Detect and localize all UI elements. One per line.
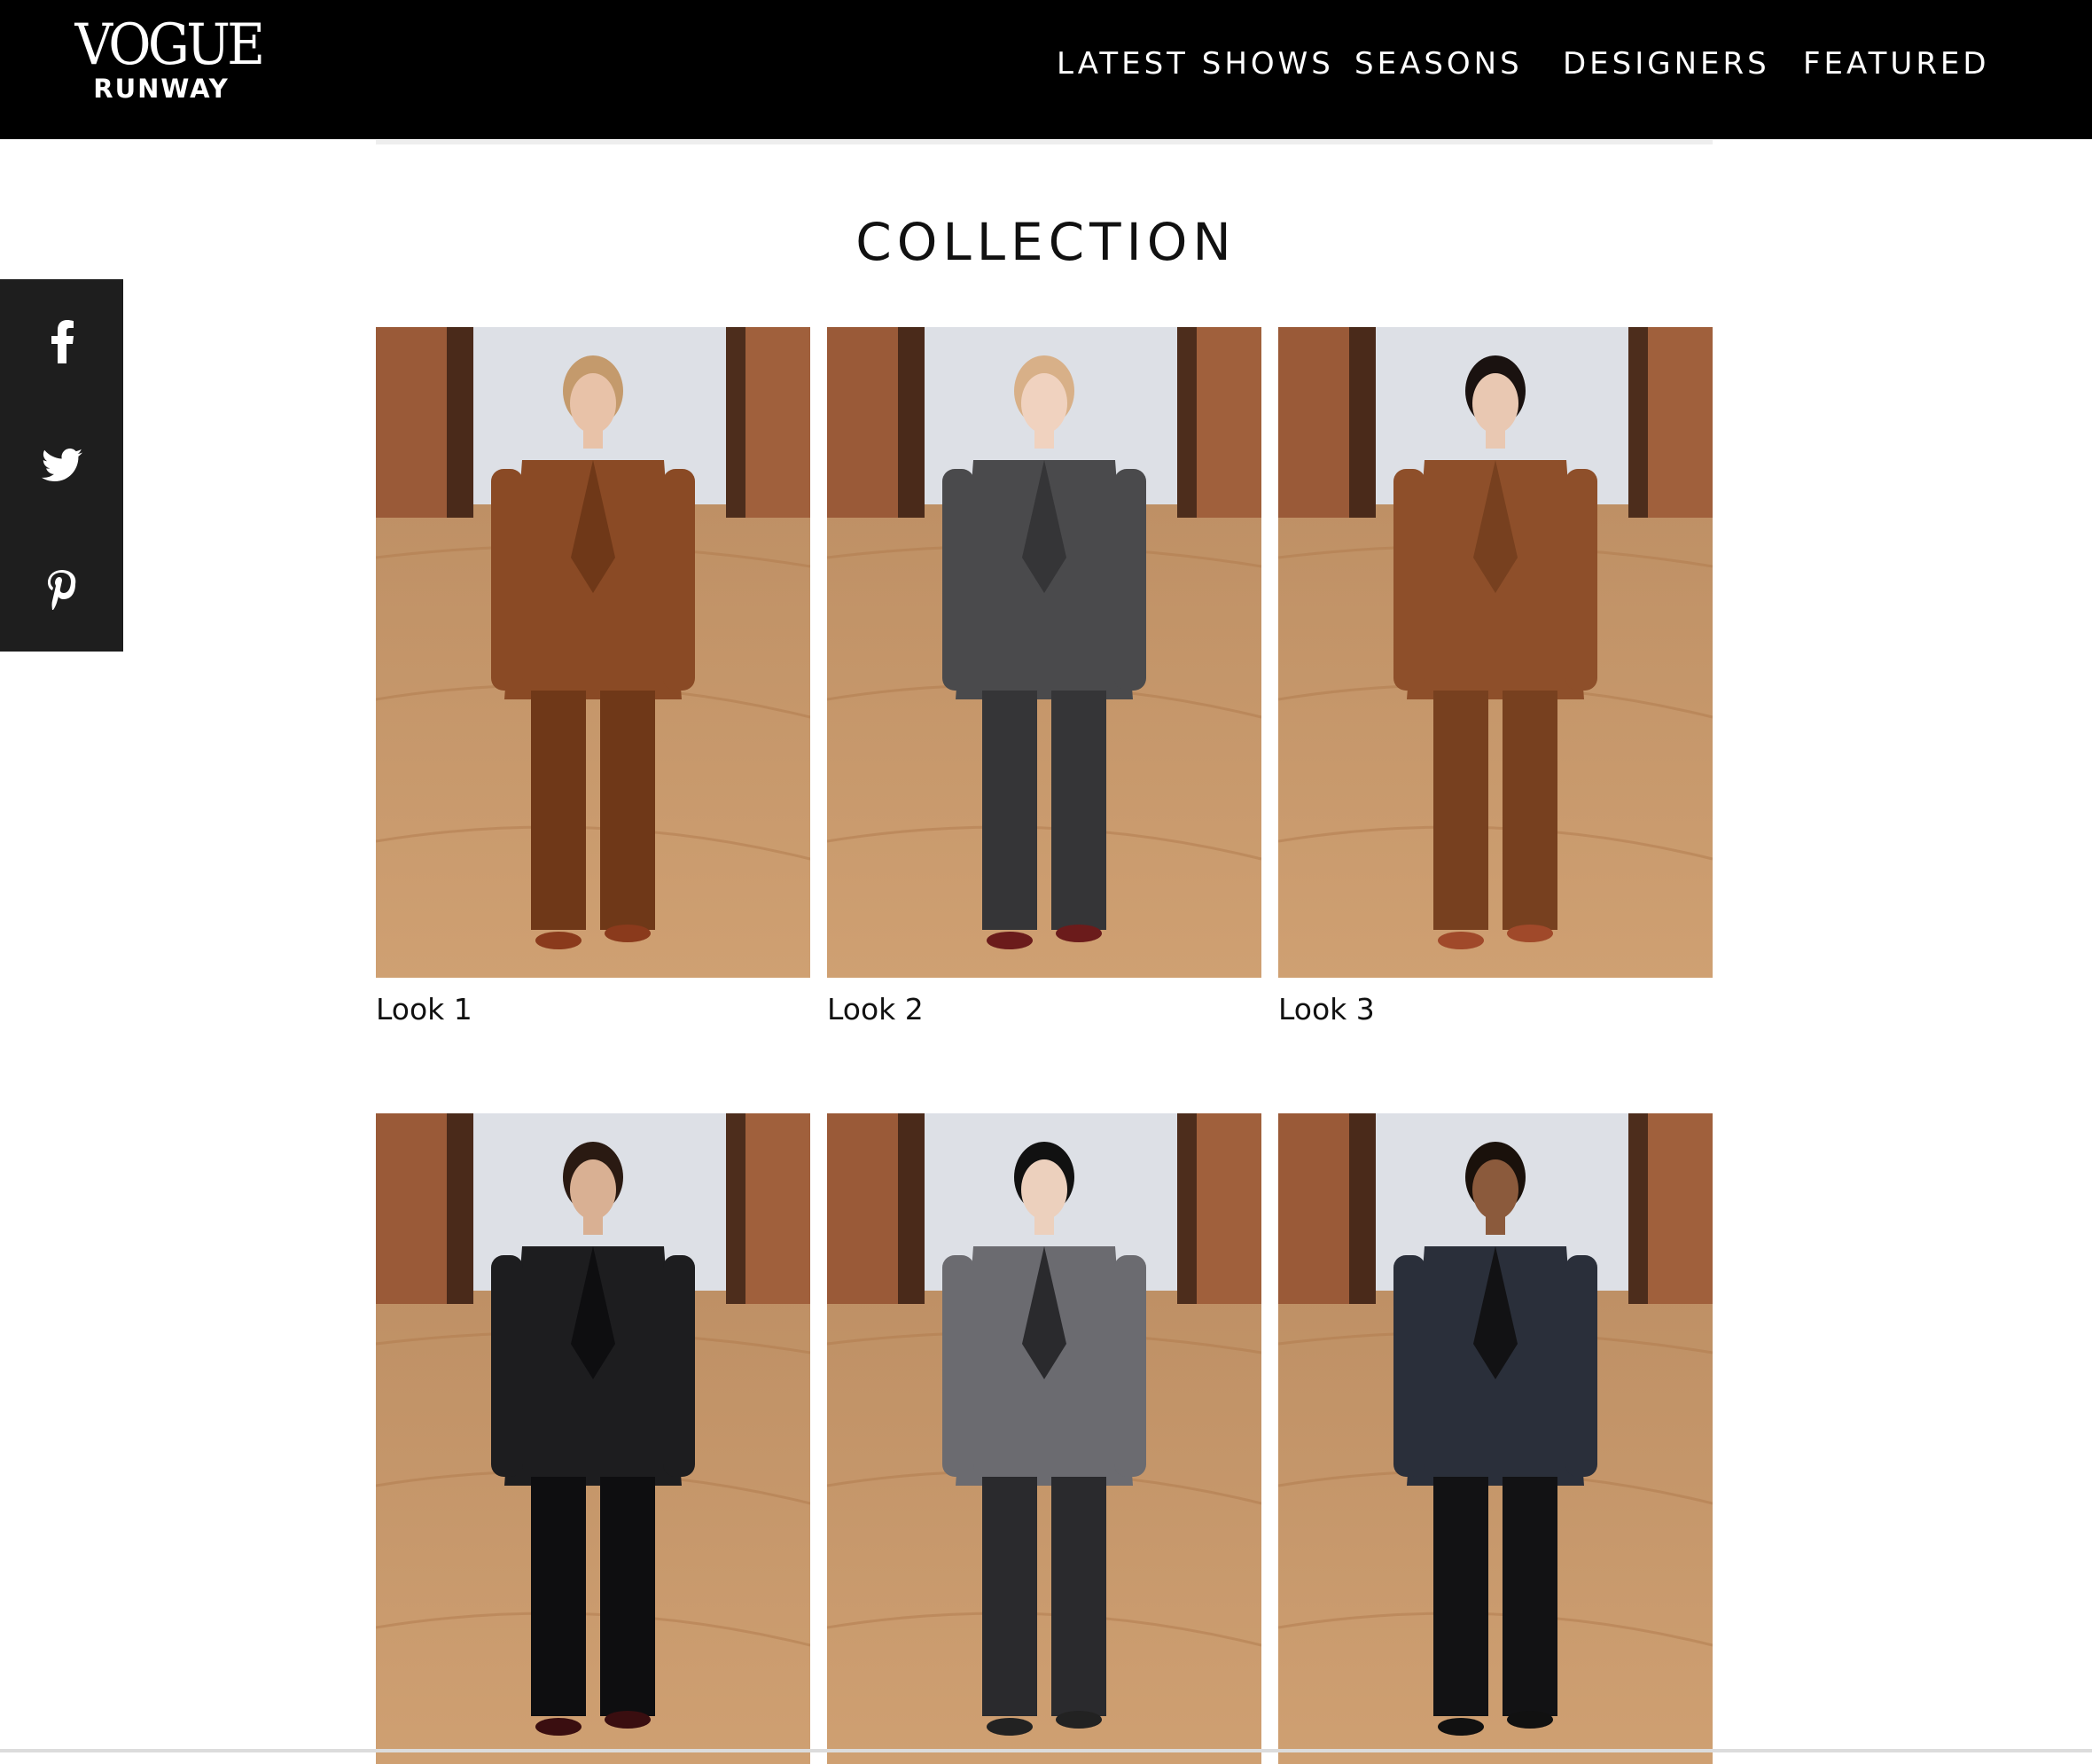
look-photo[interactable]	[827, 327, 1261, 978]
twitter-share-button[interactable]	[0, 403, 123, 527]
look-caption[interactable]: Look 3	[1278, 992, 1375, 1026]
nav-designers[interactable]: DESIGNERS	[1563, 46, 1770, 82]
page-title: COLLECTION	[855, 211, 1237, 272]
share-rail	[0, 279, 123, 652]
facebook-share-button[interactable]	[0, 279, 123, 403]
page-bottom-edge	[0, 1749, 2092, 1752]
nav-latest-shows[interactable]: LATEST SHOWS	[1057, 46, 1334, 82]
pinterest-share-button[interactable]	[0, 527, 123, 652]
facebook-icon	[51, 320, 74, 363]
look-photo[interactable]	[376, 327, 810, 978]
look-photo[interactable]	[1278, 327, 1713, 978]
look-photo[interactable]	[827, 1113, 1261, 1764]
header-divider	[376, 140, 1713, 144]
twitter-icon	[41, 449, 82, 481]
logo-subtitle: RUNWAY	[93, 74, 230, 104]
look-photo[interactable]	[1278, 1113, 1713, 1764]
logo-wordmark: VOGUE	[74, 12, 265, 78]
nav-seasons[interactable]: SEASONS	[1354, 46, 1523, 82]
vogue-runway-logo[interactable]: VOGUE RUNWAY	[67, 12, 265, 104]
look-caption[interactable]: Look 1	[376, 992, 472, 1026]
look-caption[interactable]: Look 2	[827, 992, 924, 1026]
look-photo[interactable]	[376, 1113, 810, 1764]
top-nav-bar: VOGUE RUNWAY LATEST SHOWS SEASONS DESIGN…	[0, 0, 2092, 139]
nav-featured[interactable]: FEATURED	[1803, 46, 1990, 82]
pinterest-icon	[47, 570, 75, 610]
